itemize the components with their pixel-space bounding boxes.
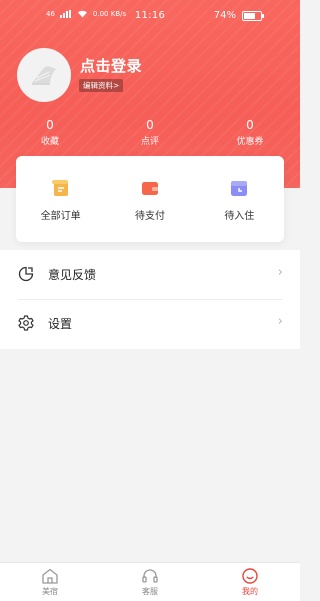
tab-customer-service[interactable]: 客服 bbox=[100, 563, 200, 601]
feedback-icon bbox=[18, 266, 34, 282]
menu-list: 意见反馈 › 设置 › bbox=[0, 250, 300, 349]
menu-item-feedback[interactable]: 意见反馈 › bbox=[0, 250, 300, 300]
stat-favorites[interactable]: 0 收藏 bbox=[0, 118, 100, 147]
tab-label: 客服 bbox=[142, 587, 158, 596]
avatar[interactable] bbox=[17, 48, 71, 102]
tab-home[interactable]: 美宿 bbox=[0, 563, 100, 601]
chevron-right-icon: › bbox=[277, 265, 283, 280]
tab-label: 美宿 bbox=[42, 587, 58, 596]
order-label: 全部订单 bbox=[40, 211, 81, 222]
stats-row: 0 收藏 0 点评 0 优惠券 bbox=[0, 118, 300, 147]
chevron-right-icon: › bbox=[277, 314, 283, 329]
stat-label: 收藏 bbox=[40, 137, 59, 147]
battery-percent: 74% bbox=[213, 10, 236, 21]
tab-label: 我的 bbox=[242, 587, 258, 596]
stat-reviews[interactable]: 0 点评 bbox=[100, 118, 200, 147]
all-orders-button[interactable]: 全部订单 bbox=[16, 156, 105, 242]
menu-item-label: 意见反馈 bbox=[48, 268, 97, 282]
login-prompt[interactable]: 点击登录 bbox=[80, 55, 142, 76]
edit-profile-button[interactable]: 编辑资料> bbox=[79, 79, 124, 92]
status-bar: 46 0.00 KB/s 11:16 74% bbox=[0, 0, 300, 34]
status-right: 74% bbox=[213, 10, 264, 21]
menu-item-settings[interactable]: 设置 › bbox=[0, 299, 300, 348]
all-orders-icon bbox=[51, 180, 68, 196]
tab-profile[interactable]: 我的 bbox=[200, 563, 300, 601]
battery-icon bbox=[242, 10, 264, 21]
profile-icon bbox=[242, 568, 258, 584]
menu-item-label: 设置 bbox=[48, 317, 73, 331]
calendar-icon bbox=[231, 181, 248, 196]
stat-label: 点评 bbox=[140, 137, 159, 147]
stat-value: 0 bbox=[246, 118, 254, 132]
stat-label: 优惠券 bbox=[236, 137, 264, 147]
order-label: 待入住 bbox=[224, 211, 255, 222]
stat-coupons[interactable]: 0 优惠券 bbox=[200, 118, 300, 147]
home-icon bbox=[42, 568, 58, 584]
order-label: 待支付 bbox=[134, 211, 165, 222]
pending-payment-button[interactable]: 待支付 bbox=[105, 156, 194, 242]
orders-card: 全部订单 待支付 待入住 bbox=[16, 156, 284, 242]
avatar-placeholder-icon bbox=[32, 66, 56, 85]
headset-icon bbox=[142, 569, 158, 583]
pending-checkin-button[interactable]: 待入住 bbox=[195, 156, 284, 242]
stat-value: 0 bbox=[146, 118, 154, 132]
stat-value: 0 bbox=[46, 118, 54, 132]
settings-icon bbox=[18, 315, 34, 331]
bottom-tab-bar: 美宿 客服 我的 bbox=[0, 562, 300, 601]
wallet-icon bbox=[141, 182, 158, 195]
